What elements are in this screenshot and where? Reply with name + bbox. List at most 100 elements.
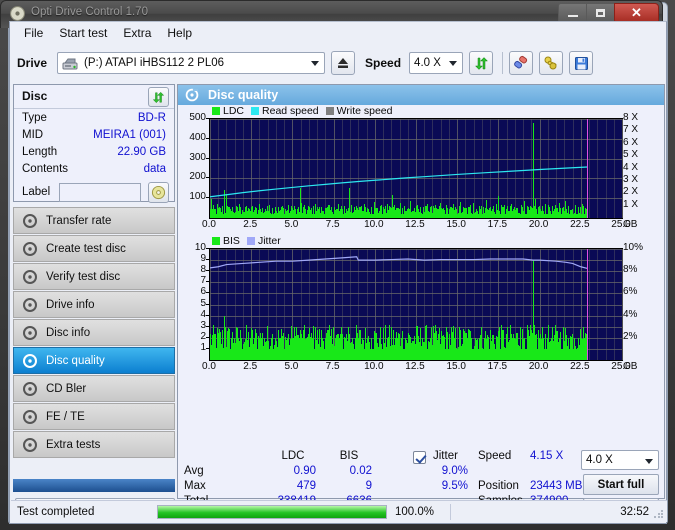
disc-quality-ldc-chart: LDC Read speed Write speed 100 200 300 400 5… — [178, 105, 666, 230]
eject-icon — [338, 58, 349, 68]
disc-icon — [23, 409, 37, 424]
start-full-button[interactable]: Start full — [583, 474, 659, 495]
menu-item-file[interactable]: File — [16, 24, 51, 42]
status-bar: Test completed 100.0% 32:52 — [11, 500, 667, 522]
disc-refresh-button[interactable] — [148, 87, 169, 107]
stats-position-label: Position — [478, 480, 519, 492]
main-panel-title: Disc quality — [208, 88, 279, 102]
sidebar-item-extra-tests[interactable]: Extra tests — [13, 431, 175, 458]
legend-label-write-speed: Write speed — [336, 105, 393, 117]
disc-panel-header: Disc — [14, 85, 174, 109]
speed-select[interactable]: 4.0 X — [409, 52, 464, 74]
y-tick-mark — [206, 303, 209, 305]
sidebar-item-label: Verify test disc — [46, 270, 121, 283]
refresh-icon — [474, 56, 488, 70]
main-panel: Disc quality LDC Read speed Write speed … — [177, 84, 666, 519]
tools-button[interactable] — [539, 51, 564, 75]
maximize-button[interactable] — [586, 3, 615, 23]
y-tick-label: 5 — [200, 297, 206, 309]
legend-item-bis: BIS — [212, 235, 240, 247]
y-tick-label: 500 — [189, 112, 206, 123]
eject-button[interactable] — [331, 51, 356, 75]
x-tick-label: 2.5 — [243, 361, 258, 372]
stats-col-ldc: LDC — [281, 450, 305, 462]
status-text: Test completed — [17, 505, 95, 518]
disc-quality-icon — [185, 88, 199, 102]
disc-label-input[interactable] — [59, 183, 141, 202]
main-panel-header: Disc quality — [178, 85, 664, 105]
y-tick-label: 1 — [200, 341, 206, 353]
window-client-area: File Start test Extra Help Drive (P:) AT… — [9, 21, 667, 524]
y-tick-mark — [206, 281, 209, 283]
stats-row-avg: Avg — [184, 465, 204, 477]
sidebar-item-label: FE / TE — [46, 410, 85, 423]
menu-item-help[interactable]: Help — [159, 24, 200, 42]
erase-button[interactable] — [509, 51, 534, 75]
ldc-plot-area[interactable] — [209, 118, 623, 219]
position-cursor-line — [587, 119, 589, 218]
y2-tick-label: 10% — [623, 242, 644, 253]
speed-select-value: 4.0 X — [414, 57, 441, 69]
jitter-checkbox[interactable] — [413, 451, 426, 464]
refresh-button[interactable] — [469, 51, 494, 75]
sidebar-item-cd-bler[interactable]: CD Bler — [13, 375, 175, 402]
menu-item-start-test[interactable]: Start test — [51, 24, 115, 42]
ldc-chart-legend: LDC Read speed Write speed — [212, 105, 400, 117]
legend-item-read-speed: Read speed — [251, 105, 319, 117]
y2-tick-label: 7 X — [623, 124, 639, 136]
y2-tick-label: 1 X — [623, 198, 639, 210]
close-button[interactable]: ✕ — [614, 3, 659, 23]
sidebar-item-verify-test-disc[interactable]: Verify test disc — [13, 263, 175, 290]
disc-row-length: Length 22.90 GB — [14, 145, 174, 162]
y2-tick-label: 8 X — [623, 112, 639, 123]
drive-label: Drive — [17, 56, 48, 70]
test-speed-select[interactable]: 4.0 X — [581, 450, 659, 470]
save-icon — [574, 56, 588, 70]
position-cursor-line — [587, 249, 589, 360]
sidebar-item-label: Extra tests — [46, 438, 101, 451]
disc-rows: Type BD-R MID MEIRA1 (001) Length 22.90 … — [14, 111, 174, 206]
disc-row-contents-key: Contents — [22, 163, 69, 175]
x-tick-label: 0.0 — [202, 219, 216, 230]
sidebar-item-transfer-rate[interactable]: Transfer rate — [13, 207, 175, 234]
minimize-button[interactable] — [558, 3, 587, 23]
x-tick-label: 20.0 — [528, 219, 549, 230]
y-tick-mark — [206, 325, 209, 327]
sidebar-item-disc-quality[interactable]: Disc quality — [13, 347, 175, 374]
stats-max-ldc: 479 — [296, 480, 316, 492]
stats-max-bis: 9 — [365, 480, 372, 492]
stats-speed-value: 4.15 X — [530, 450, 564, 462]
x-tick-label: 20.0 — [528, 361, 549, 372]
toolbar: Drive (P:) ATAPI iHBS112 2 PL06 Speed 4.… — [10, 44, 666, 82]
legend-swatch-write-speed — [325, 107, 334, 115]
disc-label-button[interactable] — [148, 182, 169, 203]
sidebar-item-create-test-disc[interactable]: Create test disc — [13, 235, 175, 262]
refresh-icon — [152, 91, 165, 103]
disc-icon — [23, 213, 37, 228]
test-speed-value: 4.0 X — [586, 454, 613, 466]
progress-bar — [157, 504, 387, 519]
y-tick-label: 200 — [189, 171, 206, 183]
disc-row-mid-key: MID — [22, 129, 44, 141]
disc-icon — [23, 269, 37, 284]
resize-grip[interactable] — [653, 508, 664, 519]
disc-row-contents-value: data — [143, 163, 166, 175]
bis-chart-legend: BIS Jitter — [212, 235, 288, 247]
y-tick-label: 400 — [189, 131, 206, 143]
y2-tick-label: 8% — [623, 264, 638, 276]
menu-item-extra[interactable]: Extra — [115, 24, 159, 42]
legend-item-write-speed: Write speed — [325, 105, 393, 117]
y-tick-label: 9 — [200, 253, 206, 265]
bis-plot-area[interactable] — [209, 248, 623, 361]
sidebar-item-fe-te[interactable]: FE / TE — [13, 403, 175, 430]
x-tick-label: 7.5 — [325, 361, 340, 372]
window-controls: ✕ — [558, 3, 659, 23]
save-button[interactable] — [569, 51, 594, 75]
stats-row-max: Max — [184, 480, 206, 492]
drive-select[interactable]: (P:) ATAPI iHBS112 2 PL06 — [57, 52, 326, 74]
y2-tick-label: 2% — [623, 330, 638, 342]
sidebar-item-disc-info[interactable]: Disc info — [13, 319, 175, 346]
disc-row-contents: Contents data — [14, 162, 174, 179]
sidebar-item-drive-info[interactable]: Drive info — [13, 291, 175, 318]
y-tick-mark — [206, 314, 209, 316]
